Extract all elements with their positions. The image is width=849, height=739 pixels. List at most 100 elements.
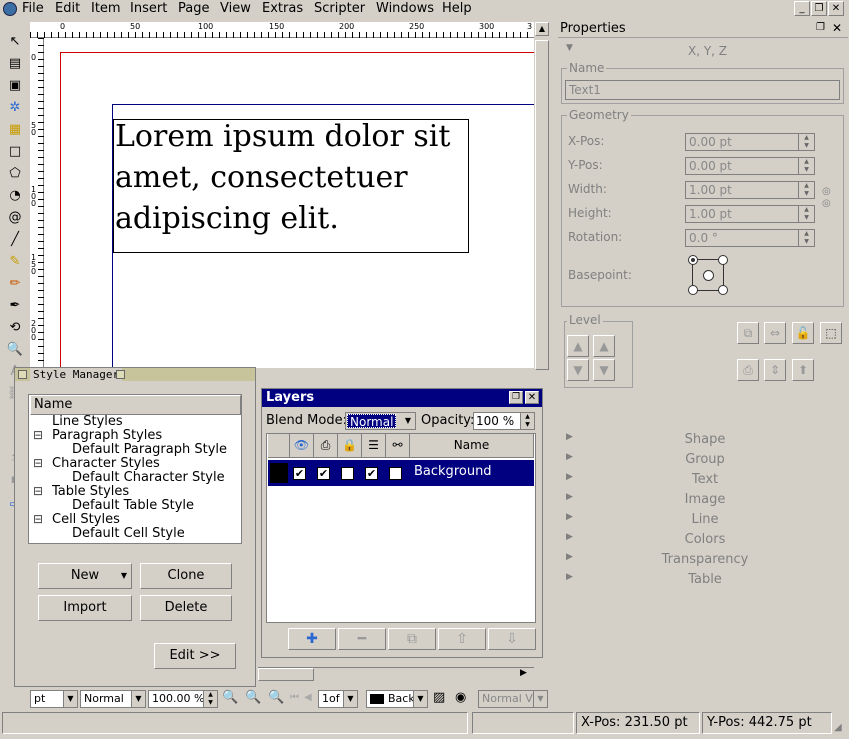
lower-layer-icon[interactable]: ⇩: [488, 628, 536, 650]
zoom-in-icon[interactable]: 🔍: [268, 690, 284, 705]
expand-arrow-icon[interactable]: ▼: [566, 43, 573, 53]
menu-scripter[interactable]: Scripter: [314, 1, 365, 16]
lower-to-bottom-icon[interactable]: ▼: [567, 359, 589, 381]
unit-select[interactable]: pt ▼: [30, 690, 78, 708]
flow-checkbox[interactable]: ✔: [365, 467, 378, 480]
layer-name[interactable]: Background: [414, 464, 492, 479]
menu-page[interactable]: Page: [178, 1, 209, 16]
style-tree-row[interactable]: Default Cell Style: [72, 527, 185, 541]
zoom-tool-icon[interactable]: 🔍: [5, 340, 25, 360]
width-field[interactable]: 1.00 pt ▲ ▼: [685, 181, 815, 199]
arc-tool-icon[interactable]: ◔: [5, 186, 25, 206]
float-icon[interactable]: ❐: [816, 22, 825, 33]
style-tree-row[interactable]: Character Styles: [52, 457, 160, 471]
select-tool-icon[interactable]: ↖: [5, 32, 25, 52]
collapse-icon[interactable]: ⊟: [33, 456, 43, 470]
printable-checkbox[interactable]: ✔: [317, 467, 330, 480]
shape-tool-icon[interactable]: □: [5, 142, 25, 162]
remove-layer-icon[interactable]: ━: [338, 628, 386, 650]
rotation-field[interactable]: 0.0 ° ▲ ▼: [685, 229, 815, 247]
style-tree-row[interactable]: Table Styles: [52, 485, 129, 499]
lower-icon[interactable]: ▼: [593, 359, 615, 381]
layers-titlebar[interactable]: Layers ❐ ✕: [262, 389, 542, 407]
scroll-right-icon[interactable]: ▶: [520, 668, 527, 678]
collapse-icon[interactable]: ⊟: [33, 428, 43, 442]
rotate-tool-icon[interactable]: ⟲: [5, 318, 25, 338]
layer-color-swatch[interactable]: [270, 463, 288, 483]
canvas-vscrollbar[interactable]: ▲: [534, 22, 550, 372]
raise-icon[interactable]: ▲: [593, 335, 615, 357]
window-shade-icon[interactable]: [116, 370, 125, 379]
spiral-tool-icon[interactable]: @: [5, 208, 25, 228]
basepoint-handle[interactable]: [688, 285, 698, 295]
edit-button[interactable]: Edit >>: [154, 643, 236, 669]
document-canvas[interactable]: Lorem ipsum dolor sit amet, consectetuer…: [44, 38, 534, 368]
flip-v2-icon[interactable]: ⇕: [764, 359, 786, 381]
printable-col-icon[interactable]: ⎙: [314, 434, 338, 458]
style-manager-titlebar[interactable]: Style Manager: [15, 368, 255, 381]
section-text[interactable]: ▶ Text: [560, 472, 849, 487]
table-tool-icon[interactable]: ▦: [5, 120, 25, 140]
flip-v-icon[interactable]: ⇔: [764, 322, 786, 344]
window-menu-icon[interactable]: [18, 370, 27, 379]
section-image[interactable]: ▶ Image: [560, 492, 849, 507]
resize-grip-icon[interactable]: ◢: [834, 722, 842, 733]
close-icon[interactable]: ✕: [828, 1, 844, 16]
section-transparency[interactable]: ▶ Transparency: [560, 552, 849, 567]
flip-h-icon[interactable]: ⧉: [737, 322, 759, 344]
menu-view[interactable]: View: [220, 1, 251, 16]
menu-item[interactable]: Item: [91, 1, 121, 16]
menu-insert[interactable]: Insert: [130, 1, 167, 16]
visual-appearance-icon[interactable]: ◉: [455, 690, 466, 705]
zoom-out-icon[interactable]: 🔍: [222, 690, 238, 705]
style-tree-row[interactable]: Default Paragraph Style: [72, 443, 227, 457]
size-icon[interactable]: ⬆: [792, 359, 814, 381]
visible-checkbox[interactable]: ✔: [293, 467, 306, 480]
scroll-up-icon[interactable]: ▲: [535, 22, 549, 36]
locked-checkbox[interactable]: [341, 467, 354, 480]
basepoint-selector[interactable]: [688, 255, 728, 295]
section-group[interactable]: ▶ Group: [560, 452, 849, 467]
basepoint-handle[interactable]: [688, 255, 698, 265]
page-select[interactable]: 1of ▼: [318, 690, 358, 708]
size-lock-icon[interactable]: ⬚: [820, 322, 842, 344]
spin-arrows-icon[interactable]: ▲ ▼: [798, 134, 814, 150]
hscroll-thumb[interactable]: [258, 668, 314, 681]
delete-button[interactable]: Delete: [140, 595, 232, 621]
minimize-icon[interactable]: _: [794, 1, 810, 16]
spin-arrows-icon[interactable]: ▲ ▼: [798, 206, 814, 222]
spin-arrows-icon[interactable]: ▲ ▼: [798, 158, 814, 174]
polygon-tool-icon[interactable]: ⬠: [5, 164, 25, 184]
visible-col-icon[interactable]: 👁: [290, 434, 314, 458]
lock-icon[interactable]: 🔓: [792, 322, 814, 344]
zoom-100-icon[interactable]: 🔍: [245, 690, 261, 705]
section-shape[interactable]: ▶ Shape: [560, 432, 849, 447]
restore-icon[interactable]: ❐: [811, 1, 827, 16]
canvas-hscrollbar[interactable]: ▶: [258, 667, 534, 681]
close-icon[interactable]: ✕: [832, 21, 842, 35]
section-colors[interactable]: ▶ Colors: [560, 532, 849, 547]
basepoint-handle[interactable]: [718, 255, 728, 265]
raise-layer-icon[interactable]: ⇧: [438, 628, 486, 650]
text-frame-tool-icon[interactable]: ▤: [5, 54, 25, 74]
spin-arrows-icon[interactable]: ▲ ▼: [798, 182, 814, 198]
image-frame-tool-icon[interactable]: ▣: [5, 76, 25, 96]
menu-windows[interactable]: Windows: [376, 1, 434, 16]
ypos-field[interactable]: 0.00 pt ▲ ▼: [685, 157, 815, 175]
xyz-section-label[interactable]: X, Y, Z: [688, 44, 727, 58]
bezier-tool-icon[interactable]: ✎: [5, 252, 25, 272]
menu-extras[interactable]: Extras: [262, 1, 303, 16]
outline-col-icon[interactable]: ⚯: [386, 434, 410, 458]
section-table[interactable]: ▶ Table: [560, 572, 849, 587]
text-flow-col-icon[interactable]: ☰: [362, 434, 386, 458]
spin-arrows-icon[interactable]: ▲ ▼: [520, 413, 534, 429]
render-frame-tool-icon[interactable]: ✲: [5, 98, 25, 118]
text-frame[interactable]: Lorem ipsum dolor sit amet, consectetuer…: [113, 119, 469, 253]
lock-col-icon[interactable]: 🔒: [338, 434, 362, 458]
add-layer-icon[interactable]: ✚: [288, 628, 336, 650]
spin-arrows-icon[interactable]: ▲ ▼: [798, 230, 814, 246]
layer-row-background[interactable]: ✔ ✔ ✔ Background: [268, 460, 534, 486]
raise-to-top-icon[interactable]: ▲: [567, 335, 589, 357]
freehand-tool-icon[interactable]: ✏: [5, 274, 25, 294]
menu-help[interactable]: Help: [442, 1, 472, 16]
